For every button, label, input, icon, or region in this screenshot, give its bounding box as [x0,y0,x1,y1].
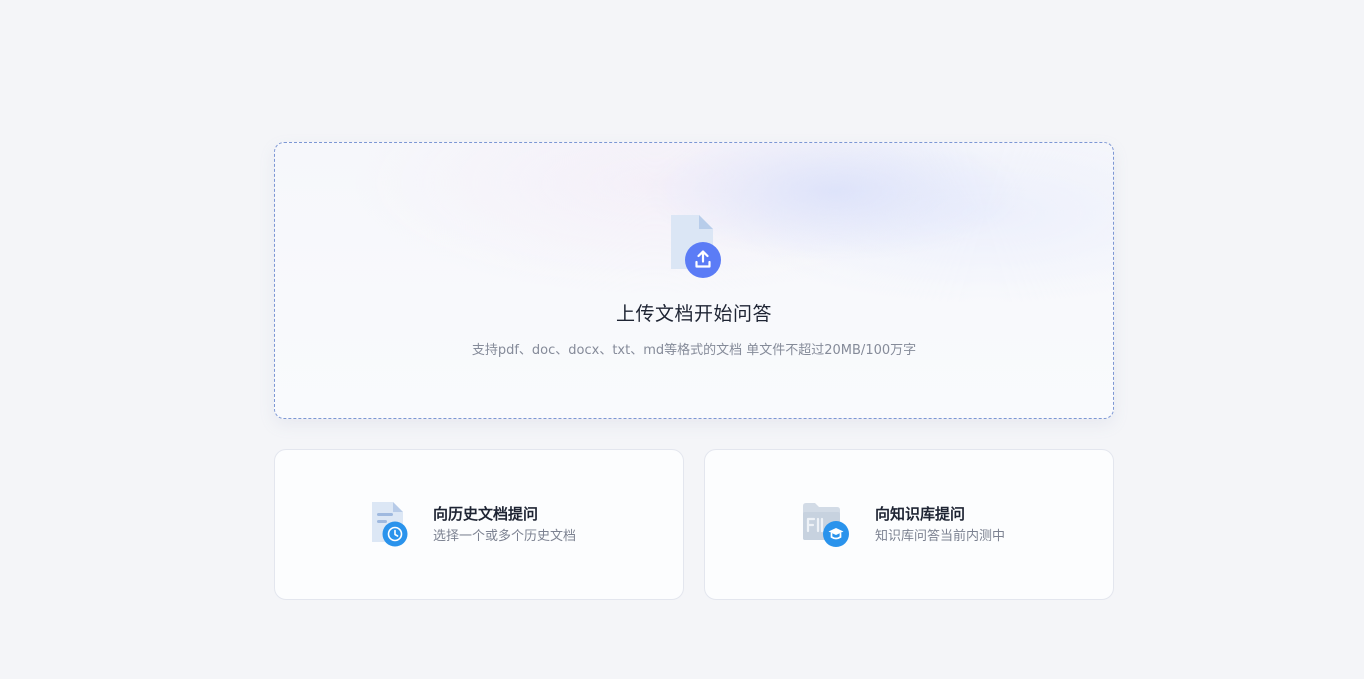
upload-subtitle: 支持pdf、doc、docx、txt、md等格式的文档 单文件不超过20MB/1… [471,343,917,358]
history-document-icon [372,502,408,547]
card-title: 向知识库提问 [875,505,966,523]
upload-dropzone[interactable]: 上传文档开始问答 支持pdf、doc、docx、txt、md等格式的文档 单文件… [274,142,1114,419]
ask-history-documents-card[interactable]: 向历史文档提问 选择一个或多个历史文档 [274,449,684,600]
file-upload-icon [671,215,721,278]
card-description: 选择一个或多个历史文档 [433,529,577,544]
upload-title: 上传文档开始问答 [615,303,772,325]
card-title: 向历史文档提问 [433,505,539,523]
knowledge-base-folder-icon [803,503,849,547]
card-description: 知识库问答当前内测中 [875,529,1006,544]
ask-knowledge-base-card[interactable]: 向知识库提问 知识库问答当前内测中 [704,449,1114,600]
